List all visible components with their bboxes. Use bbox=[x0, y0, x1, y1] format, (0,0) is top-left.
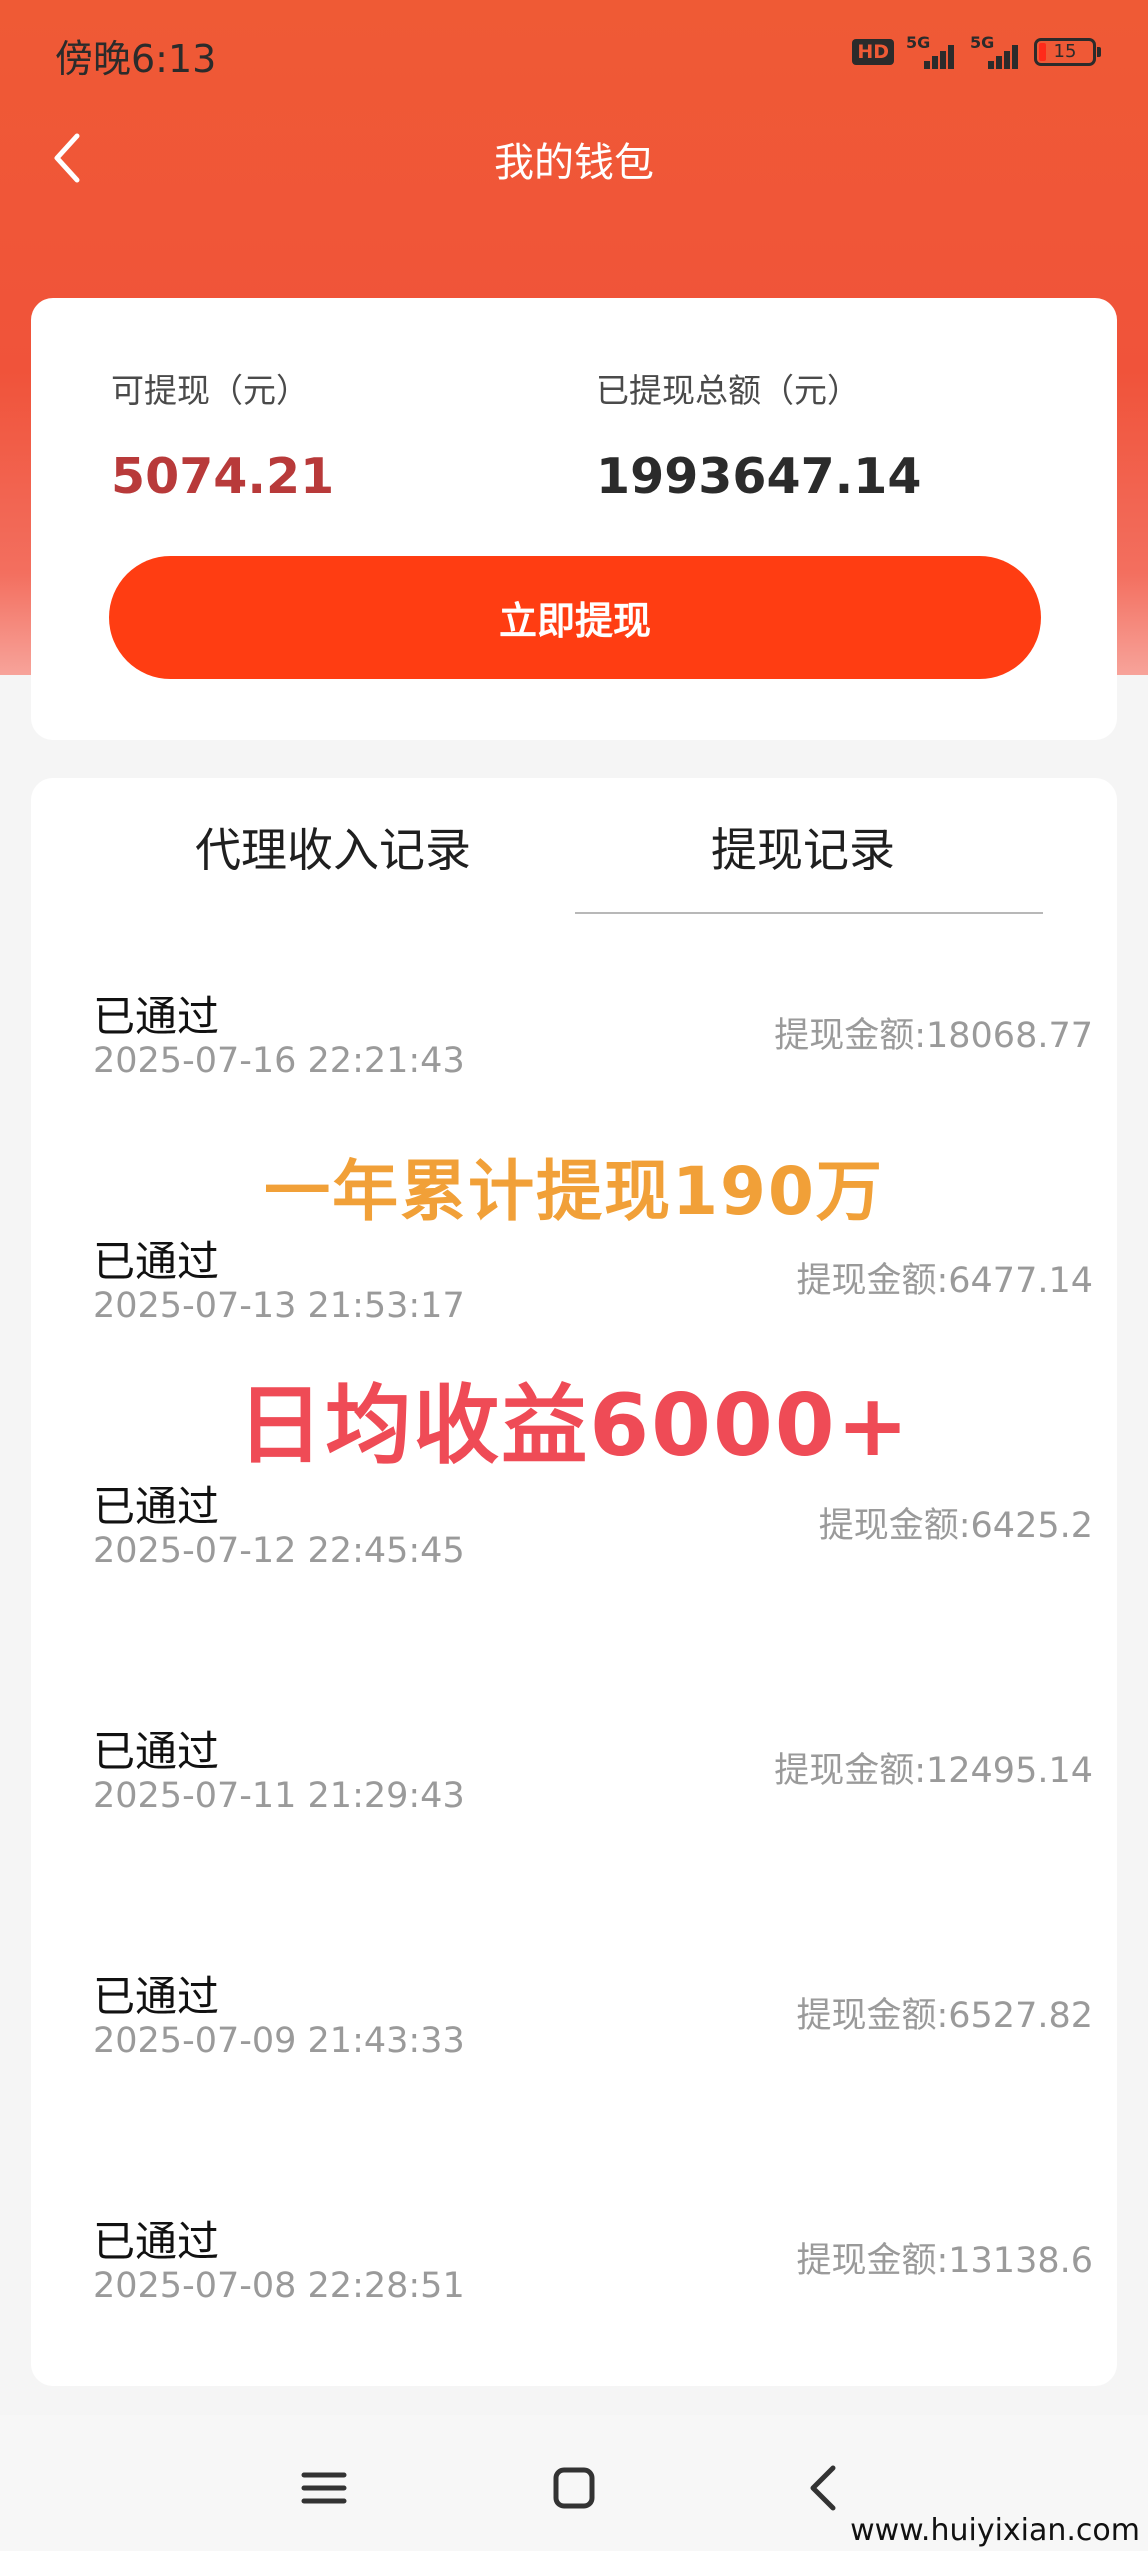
available-label: 可提现（元） bbox=[111, 371, 309, 410]
record-datetime: 2025-07-12 22:45:45 bbox=[93, 1531, 465, 1571]
record-datetime: 2025-07-11 21:29:43 bbox=[93, 1776, 465, 1816]
total-withdrawn-label: 已提现总额（元） bbox=[596, 371, 860, 410]
active-tab-indicator bbox=[575, 912, 1043, 914]
battery-icon: 15 bbox=[1034, 38, 1101, 66]
list-item[interactable]: 已通过 2025-07-11 21:29:43 提现金额:12495.14 bbox=[31, 1718, 1117, 1858]
record-status: 已通过 bbox=[93, 1237, 220, 1286]
tab-agent-income[interactable]: 代理收入记录 bbox=[195, 814, 471, 880]
home-button[interactable] bbox=[539, 2453, 609, 2523]
record-amount: 提现金额:12495.14 bbox=[774, 1751, 1093, 1791]
status-bar: 傍晚6:13 HD 5G 5G 15 bbox=[0, 0, 1148, 100]
watermark: www.huiyixian.com bbox=[850, 2513, 1140, 2548]
status-icons: HD 5G 5G 15 bbox=[852, 32, 1101, 72]
record-status: 已通过 bbox=[93, 1727, 220, 1776]
list-item[interactable]: 已通过 2025-07-12 22:45:45 提现金额:6425.2 bbox=[31, 1473, 1117, 1613]
record-status: 已通过 bbox=[93, 2217, 220, 2266]
nav-back-button[interactable] bbox=[789, 2453, 859, 2523]
record-status: 已通过 bbox=[93, 1972, 220, 2021]
record-amount: 提现金额:13138.6 bbox=[796, 2241, 1093, 2281]
record-status: 已通过 bbox=[93, 992, 220, 1041]
record-datetime: 2025-07-09 21:43:33 bbox=[93, 2021, 465, 2061]
signal-icon: 5G bbox=[906, 33, 958, 71]
hd-icon: HD bbox=[852, 39, 894, 65]
record-amount: 提现金额:6477.14 bbox=[796, 1261, 1093, 1301]
tab-withdraw-records[interactable]: 提现记录 bbox=[711, 814, 895, 880]
page-title: 我的钱包 bbox=[494, 140, 654, 186]
list-item[interactable]: 已通过 2025-07-09 21:43:33 提现金额:6527.82 bbox=[31, 1963, 1117, 2103]
withdraw-now-button[interactable]: 立即提现 bbox=[109, 556, 1041, 679]
back-icon bbox=[810, 2465, 836, 2511]
status-time: 傍晚6:13 bbox=[55, 37, 217, 81]
list-item[interactable]: 已通过 2025-07-13 21:53:17 提现金额:6477.14 bbox=[31, 1228, 1117, 1368]
record-datetime: 2025-07-13 21:53:17 bbox=[93, 1286, 465, 1326]
available-value: 5074.21 bbox=[111, 448, 335, 505]
promo-overlay-text-2: 日均收益6000+ bbox=[237, 1376, 911, 1476]
list-item[interactable]: 已通过 2025-07-08 22:28:51 提现金额:13138.6 bbox=[31, 2208, 1117, 2348]
balance-card: 可提现（元） 5074.21 已提现总额（元） 1993647.14 立即提现 bbox=[31, 298, 1117, 740]
menu-button[interactable] bbox=[289, 2453, 359, 2523]
record-amount: 提现金额:6527.82 bbox=[796, 1996, 1093, 2036]
promo-overlay-text-1: 一年累计提现190万 bbox=[264, 1153, 884, 1230]
record-status: 已通过 bbox=[93, 1482, 220, 1531]
records-card: 代理收入记录 提现记录 已通过 2025-07-16 22:21:43 提现金额… bbox=[31, 778, 1117, 2386]
record-datetime: 2025-07-16 22:21:43 bbox=[93, 1041, 465, 1081]
battery-level: 15 bbox=[1053, 41, 1077, 62]
record-datetime: 2025-07-08 22:28:51 bbox=[93, 2266, 465, 2306]
record-amount: 提现金额:6425.2 bbox=[818, 1506, 1093, 1546]
menu-icon bbox=[301, 2472, 347, 2504]
list-item[interactable]: 已通过 2025-07-16 22:21:43 提现金额:18068.77 bbox=[31, 983, 1117, 1123]
record-amount: 提现金额:18068.77 bbox=[774, 1016, 1093, 1056]
home-square-icon bbox=[553, 2467, 595, 2509]
signal-icon-2: 5G bbox=[970, 33, 1022, 71]
total-withdrawn-value: 1993647.14 bbox=[596, 448, 922, 505]
